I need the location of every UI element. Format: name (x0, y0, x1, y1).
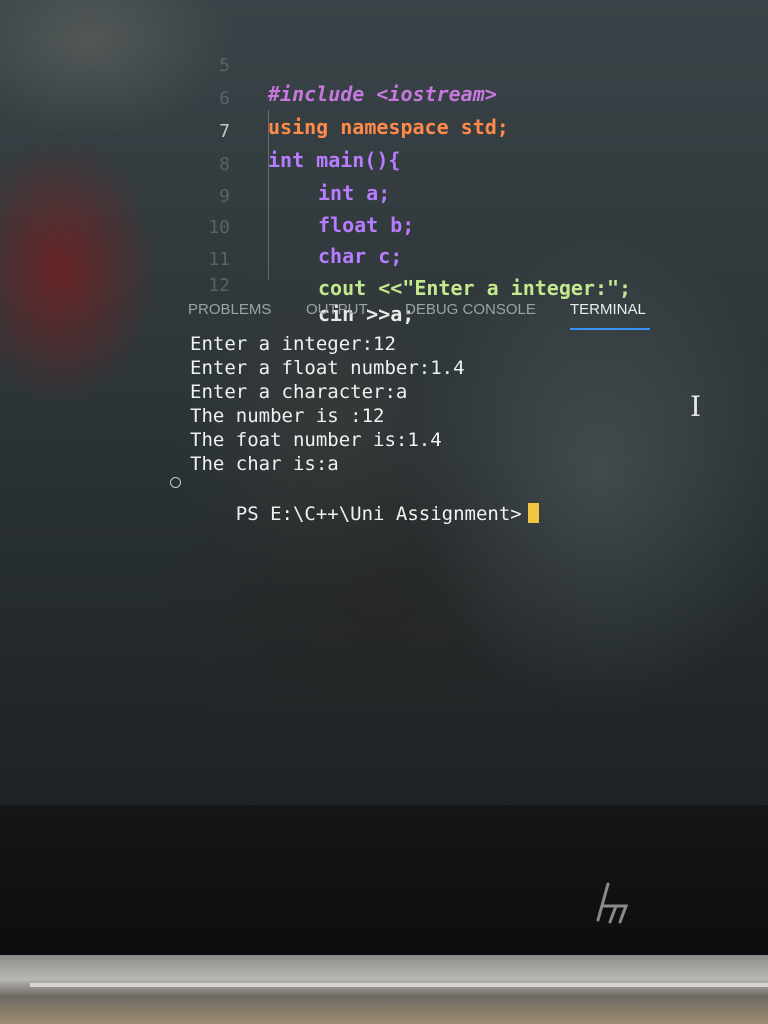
editor-line-11: 11 cout <<"Enter a integer:"; (200, 218, 631, 300)
code-editor[interactable]: 5 #include <iostream> 6 using namespace … (200, 10, 650, 326)
editor-line-12: 12 cin >>a; (200, 244, 414, 326)
editor-line-9: 9 float b; (200, 155, 414, 237)
terminal-output-line: Enter a float number:1.4 (190, 357, 465, 379)
laptop-hinge (0, 955, 768, 1024)
terminal-panel[interactable]: Enter a integer:12 Enter a float number:… (170, 332, 670, 525)
code-text: float b; (318, 213, 415, 237)
tab-output[interactable]: OUTPUT (306, 288, 368, 332)
editor-line-8: 8 int a; (200, 123, 390, 205)
laptop-bezel (0, 805, 768, 955)
code-text: using namespace std; (268, 115, 509, 139)
tab-problems[interactable]: PROBLEMS (188, 288, 271, 332)
editor-line-10: 10 char c; (200, 186, 402, 268)
tab-debug-console[interactable]: DEBUG CONSOLE (405, 288, 536, 332)
active-tab-indicator (570, 328, 650, 330)
panel-tab-bar: PROBLEMS OUTPUT DEBUG CONSOLE TERMINAL (188, 288, 658, 334)
code-text: #include <iostream> (268, 82, 497, 106)
text-cursor (527, 503, 539, 523)
terminal-output-line: The foat number is:1.4 (190, 429, 442, 451)
terminal-output-line: The char is:a (190, 453, 339, 475)
terminal-output-line: The number is :12 (190, 405, 385, 427)
code-text: char c; (318, 244, 403, 268)
terminal-output-line: Enter a character:a (190, 381, 408, 403)
editor-line-5: 5 #include <iostream> (200, 24, 497, 106)
editor-line-6: 6 using namespace std; (200, 57, 509, 139)
ibeam-cursor-icon: I (690, 390, 702, 423)
hp-logo-icon (596, 882, 629, 924)
terminal-prompt-line[interactable]: PS E:\C++\Uni Assignment> (190, 478, 539, 525)
code-text: int main(){ (268, 148, 401, 172)
code-text: int a; (318, 181, 391, 205)
editor-line-7: 7 int main(){ (200, 90, 400, 172)
tab-terminal[interactable]: TERMINAL (570, 288, 646, 332)
terminal-output-line: Enter a integer:12 (190, 333, 396, 355)
terminal-prompt: PS E:\C++\Uni Assignment> (235, 503, 522, 525)
hinge-highlight (30, 983, 768, 987)
terminal-status-circle-icon (170, 477, 181, 488)
